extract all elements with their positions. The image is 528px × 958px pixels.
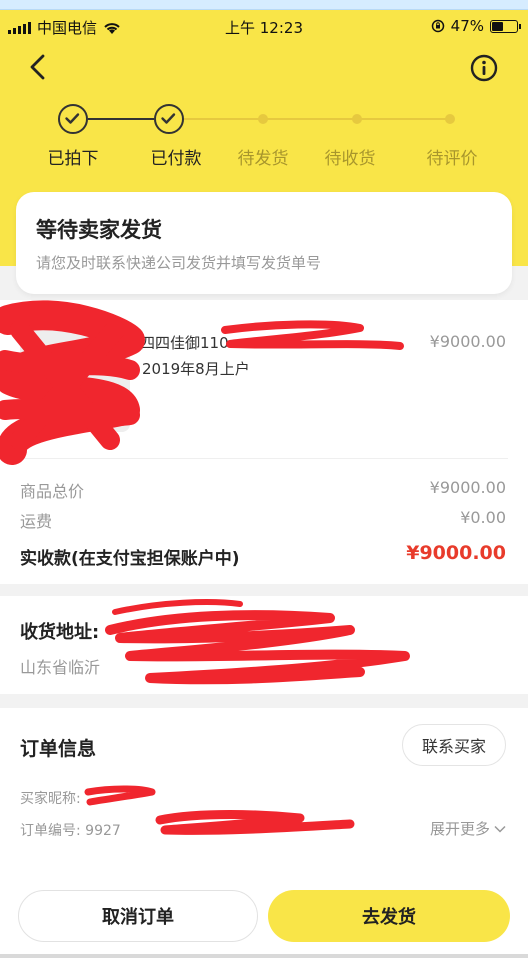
top-edge-strip — [0, 0, 528, 10]
redaction-scribble — [84, 785, 355, 835]
status-bar: 中国电信 上午 12:23 47% — [0, 10, 528, 42]
step-label: 待发货 — [237, 149, 289, 169]
step-label: 待收货 — [324, 149, 376, 169]
order-status-card: 等待卖家发货 请您及时联系快递公司发货并填写发货单号 — [16, 192, 512, 294]
order-status-subtitle: 请您及时联系快递公司发货并填写发货单号 — [36, 254, 322, 272]
step-check-icon — [58, 104, 88, 134]
status-bar-right: 47% — [431, 17, 521, 35]
step-check-icon — [154, 104, 184, 134]
ship-order-button[interactable]: 去发货 — [268, 890, 510, 942]
step-connector-done — [88, 118, 154, 120]
redaction-scribble — [0, 300, 410, 685]
battery-fill — [492, 21, 503, 31]
step-label: 已拍下 — [47, 149, 99, 169]
back-button[interactable] — [24, 52, 52, 82]
order-status-title: 等待卖家发货 — [36, 218, 162, 242]
bottom-edge — [0, 954, 528, 958]
step-label: 已付款 — [150, 149, 202, 169]
step-label: 待评价 — [426, 149, 478, 169]
battery-percent: 47% — [450, 17, 484, 35]
step-dot-icon — [258, 114, 268, 124]
chevron-left-icon — [30, 54, 45, 80]
step-dot-icon — [352, 114, 362, 124]
step-dot-icon — [445, 114, 455, 124]
rotation-lock-icon — [431, 19, 444, 33]
contact-buyer-button[interactable]: 联系买家 — [402, 724, 506, 766]
cancel-order-button[interactable]: 取消订单 — [18, 890, 258, 942]
bottom-action-bar: 取消订单 去发货 — [0, 876, 528, 958]
step-connector-pending — [184, 118, 450, 120]
info-circle-icon — [470, 54, 498, 82]
order-info-title: 订单信息 — [20, 738, 97, 760]
battery-icon — [490, 19, 521, 33]
info-button[interactable] — [470, 54, 498, 82]
